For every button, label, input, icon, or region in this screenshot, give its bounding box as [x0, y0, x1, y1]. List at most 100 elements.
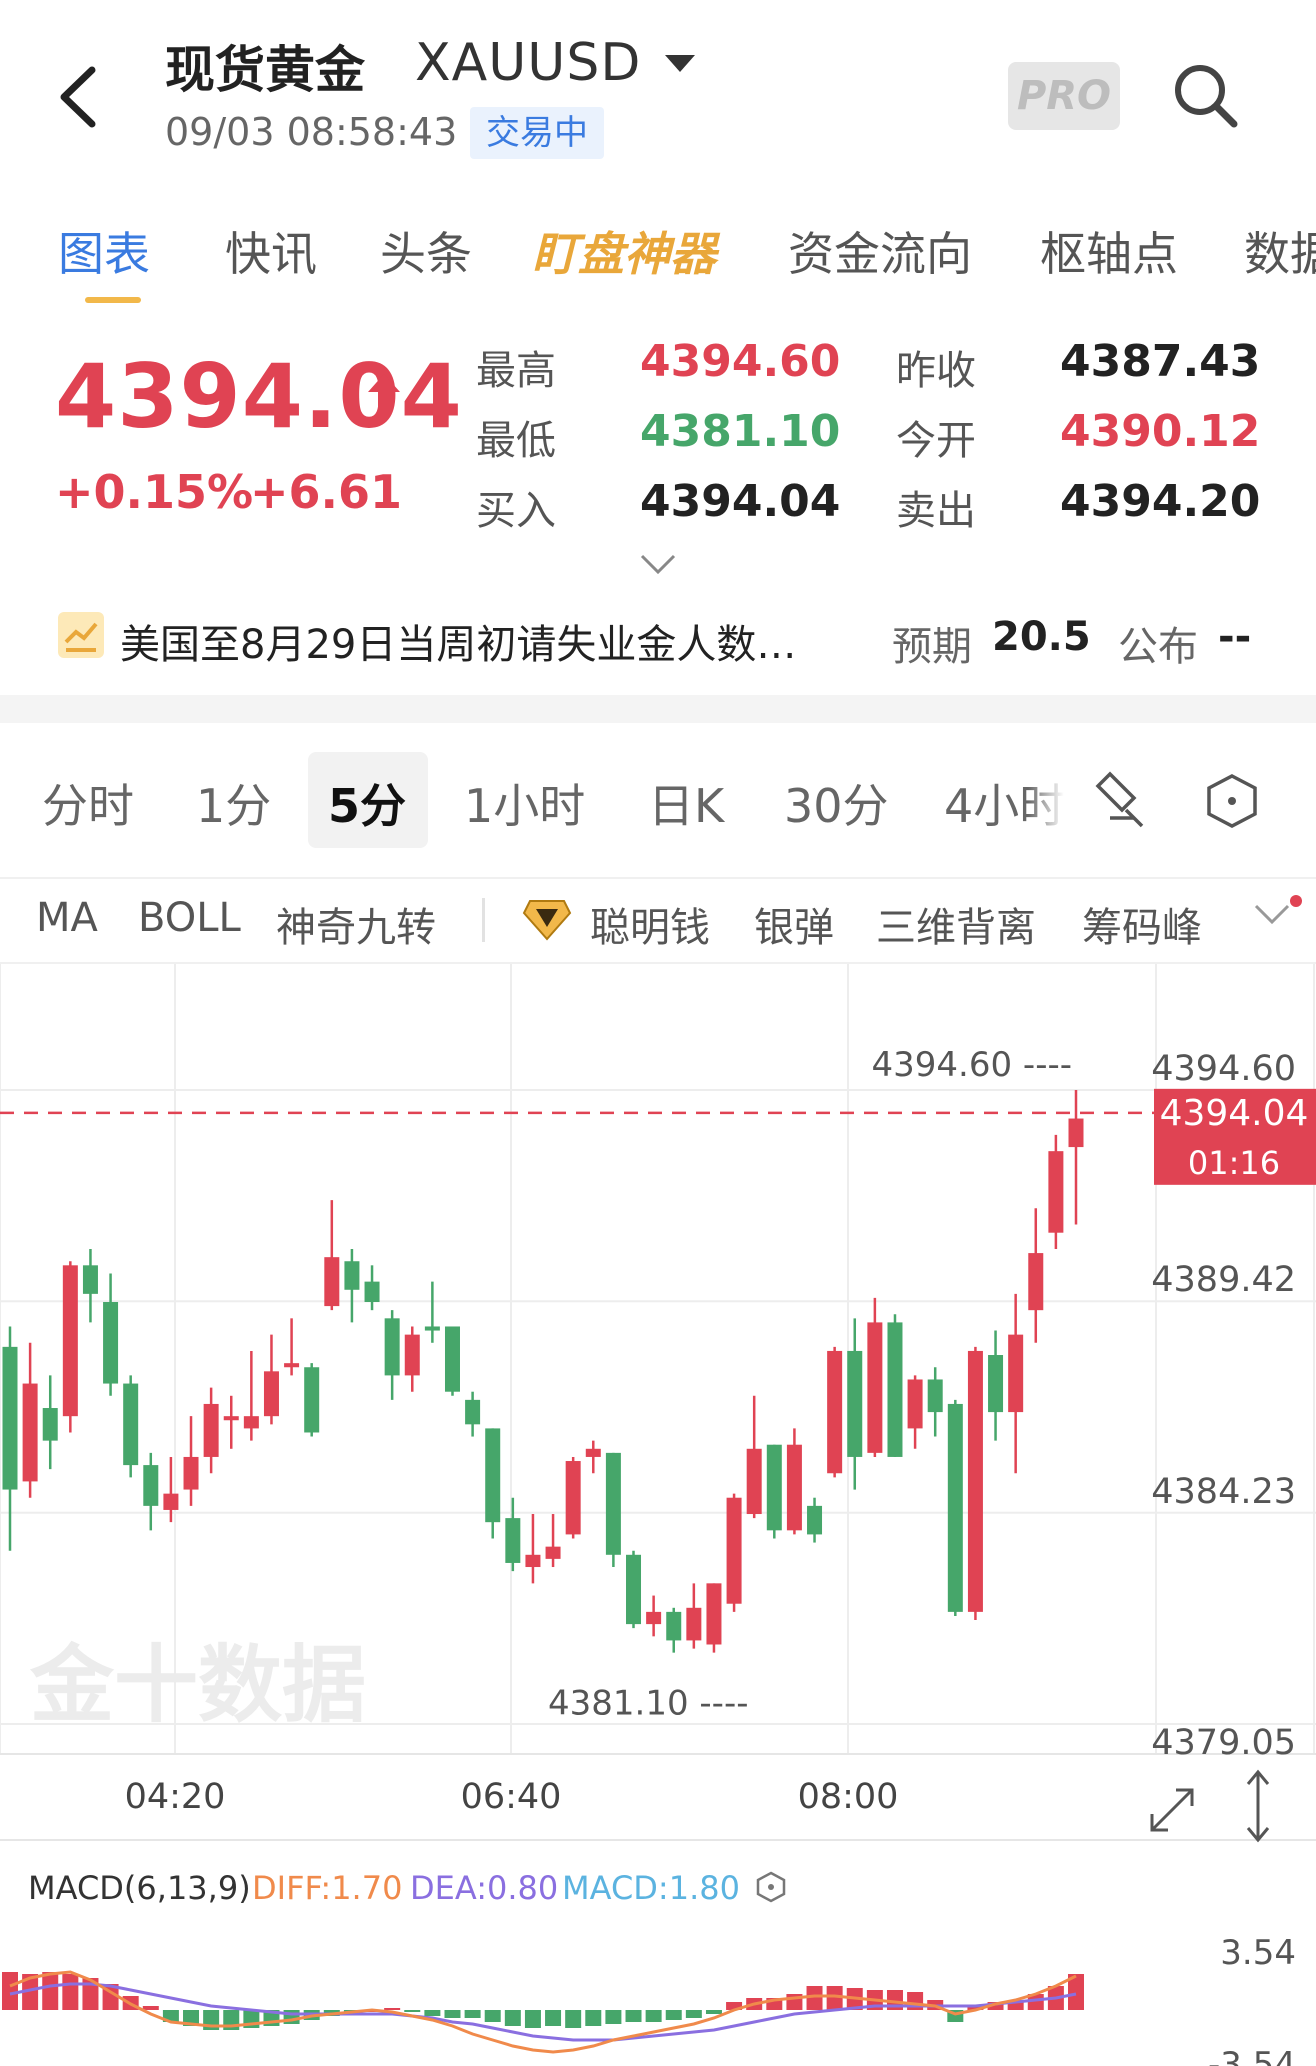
- active-tab-indicator: [85, 297, 141, 303]
- y-axis-tick: 4389.42: [1151, 1260, 1296, 1300]
- tab-data[interactable]: 数据: [1244, 218, 1316, 284]
- stat-value-ask: 4394.20: [1060, 476, 1261, 527]
- economic-event-text[interactable]: 美国至8月29日当周初请失业金人数…: [120, 612, 840, 670]
- period-1min[interactable]: 1分: [196, 770, 271, 836]
- macd-diff-label: DIFF:1.70: [252, 1869, 402, 1907]
- indicator-chip-peak[interactable]: 筹码峰: [1082, 895, 1202, 953]
- candle: [585, 1440, 601, 1474]
- macd-panel: [2, 1970, 1084, 2054]
- macd-top-tick: 3.54: [1220, 1933, 1296, 1973]
- candle: [203, 1387, 219, 1474]
- watermark: 金十数据: [30, 1636, 366, 1734]
- macd-bar: [645, 2010, 662, 2022]
- candlestick-series: [2, 1090, 1084, 1653]
- period-4hour[interactable]: 4小时: [944, 770, 1064, 836]
- candle: [565, 1456, 581, 1539]
- macd-bar: [585, 2010, 602, 2026]
- candle: [143, 1452, 159, 1531]
- fullscreen-icon[interactable]: [1150, 1788, 1194, 1832]
- candle: [686, 1583, 702, 1649]
- candle: [2, 1326, 18, 1551]
- divider: [0, 877, 1316, 879]
- macd-bar: [665, 2010, 682, 2020]
- macd-bar: [605, 2010, 622, 2024]
- macd-bar: [504, 2010, 521, 2026]
- candle: [847, 1318, 863, 1490]
- candle: [424, 1281, 440, 1343]
- candle: [22, 1342, 38, 1498]
- macd-bar: [424, 2010, 441, 2016]
- indicator-ma[interactable]: MA: [36, 895, 98, 941]
- candle: [1028, 1208, 1044, 1343]
- period-5min[interactable]: 5分: [328, 770, 406, 836]
- tab-pivot-points[interactable]: 枢轴点: [1040, 218, 1178, 284]
- macd-bar: [384, 2008, 401, 2010]
- candle: [344, 1249, 360, 1323]
- indicator-divergence[interactable]: 三维背离: [876, 895, 1036, 953]
- macd-bar: [62, 1974, 79, 2010]
- stat-label-open: 今开: [896, 418, 976, 464]
- expand-chevron-icon[interactable]: [638, 552, 678, 576]
- candle: [988, 1330, 1004, 1441]
- candle: [807, 1497, 823, 1543]
- stat-value-bid: 4394.04: [640, 476, 841, 527]
- macd-bar: [685, 2010, 702, 2018]
- candle: [887, 1314, 903, 1457]
- quote-time: 09/03 08:58:43: [165, 110, 458, 154]
- back-arrow-icon: [60, 66, 96, 128]
- search-button[interactable]: [1170, 60, 1240, 130]
- section-divider: [0, 695, 1316, 723]
- candle: [103, 1273, 119, 1396]
- candle: [907, 1375, 923, 1449]
- stat-label-bid: 买入: [476, 488, 556, 534]
- macd-value-label: MACD:1.80: [562, 1869, 740, 1907]
- candle: [444, 1326, 460, 1396]
- indicator-smart-money[interactable]: 聪明钱: [590, 895, 710, 953]
- notification-dot: [1290, 895, 1302, 907]
- tab-headlines[interactable]: 头条: [380, 218, 472, 284]
- drawing-tool-icon[interactable]: [1090, 770, 1150, 830]
- macd-bar: [444, 2010, 461, 2018]
- candle: [927, 1367, 943, 1437]
- indicator-silver-bullet[interactable]: 银弹: [754, 895, 834, 953]
- settings-hexagon-icon[interactable]: [1205, 773, 1259, 829]
- tab-capital-flow[interactable]: 资金流向: [788, 218, 972, 284]
- vertical-scale-icon[interactable]: [1246, 1769, 1270, 1843]
- macd-bar: [545, 2010, 562, 2026]
- candle-countdown: 01:16: [1188, 1144, 1280, 1182]
- tab-watch-tool[interactable]: 盯盘神器: [532, 218, 716, 284]
- low-marker: 4381.10 ----: [548, 1683, 748, 1723]
- indicator-boll[interactable]: BOLL: [138, 895, 241, 941]
- period-timeshare[interactable]: 分时: [42, 770, 134, 836]
- macd-bar: [705, 2010, 722, 2014]
- candle: [867, 1297, 883, 1457]
- price-chart[interactable]: 金十数据 4394.60 4389.42 4384.23 4379.05 4394.0…: [0, 964, 1316, 2066]
- caret-down-icon[interactable]: [665, 55, 695, 72]
- tab-flash-news[interactable]: 快讯: [225, 218, 317, 284]
- candle: [284, 1318, 300, 1376]
- back-button[interactable]: [50, 62, 110, 132]
- candle: [746, 1395, 762, 1519]
- candle: [947, 1399, 963, 1616]
- search-icon: [1175, 65, 1238, 128]
- pro-button[interactable]: PRO: [1008, 62, 1120, 130]
- candle: [1048, 1134, 1064, 1250]
- candle: [1008, 1293, 1024, 1474]
- period-30min[interactable]: 30分: [784, 770, 889, 836]
- macd-settings-icon[interactable]: [756, 1871, 786, 1903]
- candle: [123, 1375, 139, 1478]
- chevron-down-icon[interactable]: [1252, 902, 1292, 928]
- candle: [223, 1395, 239, 1449]
- candle: [827, 1346, 843, 1478]
- stat-label-high: 最高: [476, 348, 556, 394]
- y-axis-tick: 4394.60: [1151, 1049, 1296, 1089]
- macd-bar: [565, 2010, 582, 2028]
- candle: [42, 1375, 58, 1470]
- symbol-selector[interactable]: XAUUSD: [415, 33, 641, 93]
- indicator-td-sequential[interactable]: 神奇九转: [276, 895, 436, 953]
- candle: [525, 1514, 541, 1584]
- change-percent: +0.15%: [55, 465, 254, 519]
- period-daily[interactable]: 日K: [648, 770, 724, 836]
- tab-chart[interactable]: 图表: [58, 218, 150, 284]
- period-1hour[interactable]: 1小时: [464, 770, 585, 836]
